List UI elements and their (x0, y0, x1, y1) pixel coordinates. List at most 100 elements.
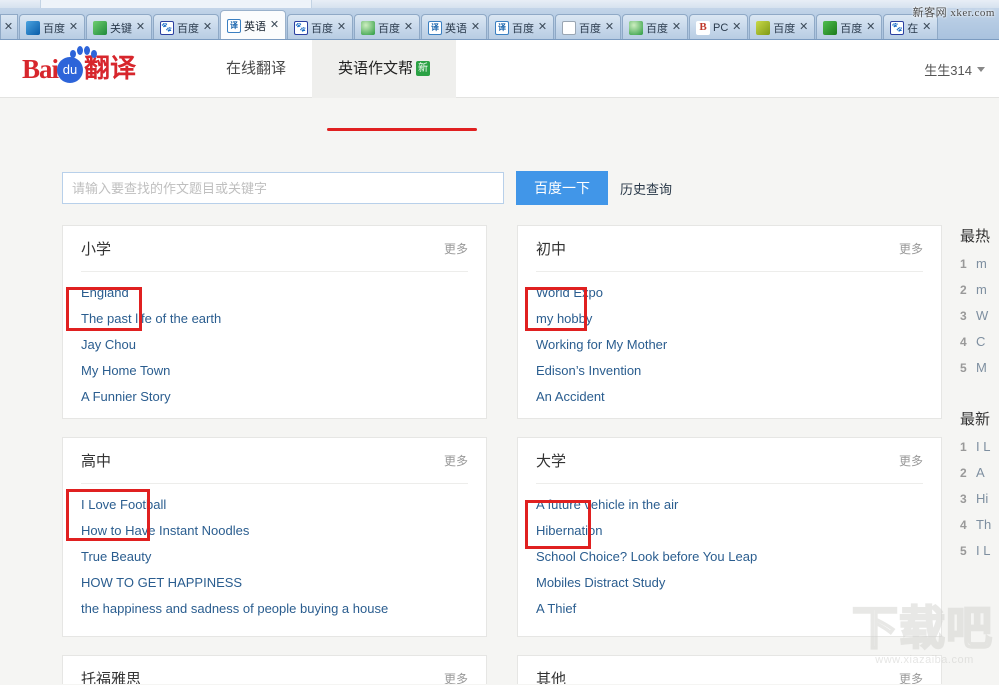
taobao-icon (26, 21, 40, 35)
translate-icon: 译 (428, 21, 442, 35)
browser-tab[interactable]: ✕ (0, 14, 18, 40)
rail-rank-number: 2 (960, 283, 969, 297)
card-title: 高中 (81, 450, 111, 471)
close-icon[interactable]: ✕ (604, 22, 615, 33)
close-icon[interactable]: ✕ (671, 22, 682, 33)
browser-tab[interactable]: 百度✕ (555, 14, 621, 40)
close-icon[interactable]: ✕ (269, 20, 280, 31)
browser-tab-title: 百度 (43, 20, 65, 36)
essay-link[interactable]: I Love Football (81, 493, 166, 516)
card-title: 小学 (81, 238, 111, 259)
close-icon[interactable]: ✕ (3, 22, 14, 33)
essay-link[interactable]: An Accident (536, 385, 605, 408)
essay-link[interactable]: True Beauty (81, 545, 151, 568)
essay-link[interactable]: Jay Chou (81, 333, 136, 356)
essay-link[interactable]: Hibernation (536, 519, 603, 542)
rail-link[interactable]: I L (976, 439, 990, 454)
close-icon[interactable]: ✕ (865, 22, 876, 33)
essay-link[interactable]: School Choice? Look before You Leap (536, 545, 757, 568)
browser-tab[interactable]: 译百度✕ (488, 14, 554, 40)
nav-item-label: 英语作文帮 (338, 60, 413, 77)
card-more-link[interactable]: 更多 (444, 240, 468, 257)
search-button[interactable]: 百度一下 (516, 171, 608, 205)
browser-tab[interactable]: 关键✕ (86, 14, 152, 40)
nav-item-label: 在线翻译 (226, 60, 286, 77)
close-icon[interactable]: ✕ (68, 22, 79, 33)
essay-link[interactable]: How to Have Instant Noodles (81, 519, 249, 542)
card-more-link[interactable]: 更多 (899, 240, 923, 257)
close-icon[interactable]: ✕ (731, 22, 742, 33)
rail-link[interactable]: Th (976, 517, 991, 532)
globe-icon (361, 21, 375, 35)
list-item: Hibernation (536, 519, 923, 542)
essay-link[interactable]: Mobiles Distract Study (536, 571, 665, 594)
main-nav[interactable]: 在线翻译 英语作文帮新 (200, 40, 456, 98)
rail-link[interactable]: m (976, 256, 987, 271)
essay-link[interactable]: Working for My Mother (536, 333, 667, 356)
essay-link[interactable]: My Home Town (81, 359, 170, 382)
browser-tab[interactable]: 百度✕ (749, 14, 815, 40)
essay-link[interactable]: A future vehicle in the air (536, 493, 678, 516)
close-icon[interactable]: ✕ (921, 22, 932, 33)
essay-link[interactable]: The past life of the earth (81, 307, 221, 330)
rail-link[interactable]: A (976, 465, 985, 480)
rail-link[interactable]: C (976, 334, 985, 349)
browser-tab[interactable]: 译英语✕ (421, 14, 487, 40)
close-icon[interactable]: ✕ (470, 22, 481, 33)
essay-link[interactable]: Edison’s Invention (536, 359, 641, 382)
history-query-link[interactable]: 历史查询 (620, 179, 672, 198)
card-title: 其他 (536, 668, 566, 684)
browser-titlebar-strip (0, 0, 999, 8)
caret-down-icon[interactable] (977, 67, 985, 72)
rail-link[interactable]: Hi (976, 491, 988, 506)
essay-link[interactable]: World Expo (536, 281, 603, 304)
browser-tab[interactable]: 百度✕ (287, 14, 353, 40)
card-more-link[interactable]: 更多 (899, 670, 923, 684)
category-card: 大学更多A future vehicle in the airHibernati… (517, 437, 942, 637)
card-more-link[interactable]: 更多 (444, 670, 468, 684)
essay-link[interactable]: England (81, 281, 129, 304)
card-header: 其他 更多 (536, 656, 923, 684)
rail-rank-number: 3 (960, 309, 969, 323)
page-body: 百度一下 历史查询 小学更多EnglandThe past life of th… (0, 98, 999, 684)
browser-tab[interactable]: 百度✕ (622, 14, 688, 40)
rail-list-item: 1I L (960, 439, 999, 465)
list-item: Jay Chou (81, 333, 468, 356)
browser-tab[interactable]: BPC✕ (689, 14, 748, 40)
essay-list: I Love Football How to Have Instant Noodl… (63, 484, 486, 620)
essay-link[interactable]: A Funnier Story (81, 385, 171, 408)
close-icon[interactable]: ✕ (798, 22, 809, 33)
browser-tab[interactable]: 百度✕ (354, 14, 420, 40)
close-icon[interactable]: ✕ (403, 22, 414, 33)
browser-tab[interactable]: 译英语✕ (220, 10, 286, 40)
card-more-link[interactable]: 更多 (899, 452, 923, 469)
browser-tab-title: 百度 (311, 20, 333, 36)
browser-tab-title: 百度 (378, 20, 400, 36)
search-input[interactable] (62, 172, 504, 204)
nav-item-essay-helper[interactable]: 英语作文帮新 (312, 40, 456, 98)
card-more-link[interactable]: 更多 (444, 452, 468, 469)
baidu-fanyi-logo[interactable]: Baidu翻译 (22, 53, 136, 85)
rail-link[interactable]: m (976, 282, 987, 297)
rail-link[interactable]: M (976, 360, 987, 375)
close-icon[interactable]: ✕ (537, 22, 548, 33)
essay-link[interactable]: my hobby (536, 307, 592, 330)
close-icon[interactable]: ✕ (202, 22, 213, 33)
essay-link[interactable]: the happiness and sadness of people buyi… (81, 597, 388, 620)
rail-link[interactable]: W (976, 308, 988, 323)
side-rail: 最热1m2m3W4C5M最新1I L2A3Hi4Th5I L (960, 225, 999, 591)
browser-tab-title: PC (713, 22, 728, 34)
browser-tab[interactable]: 百度✕ (153, 14, 219, 40)
browser-tab-title: 关键 (110, 20, 132, 36)
rail-link[interactable]: I L (976, 543, 990, 558)
nav-item-online-translate[interactable]: 在线翻译 (200, 40, 312, 98)
close-icon[interactable]: ✕ (135, 22, 146, 33)
user-account-area[interactable]: 生生314 (924, 40, 985, 98)
essay-link[interactable]: HOW TO GET HAPPINESS (81, 571, 242, 594)
essay-link[interactable]: A Thief (536, 597, 576, 620)
browser-tab[interactable]: 百度✕ (19, 14, 85, 40)
browser-tabstrip[interactable]: ✕百度✕关键✕百度✕译英语✕百度✕百度✕译英语✕译百度✕百度✕百度✕BPC✕百度… (0, 8, 939, 40)
rail-rank-number: 4 (960, 335, 969, 349)
browser-tab[interactable]: 百度✕ (816, 14, 882, 40)
close-icon[interactable]: ✕ (336, 22, 347, 33)
